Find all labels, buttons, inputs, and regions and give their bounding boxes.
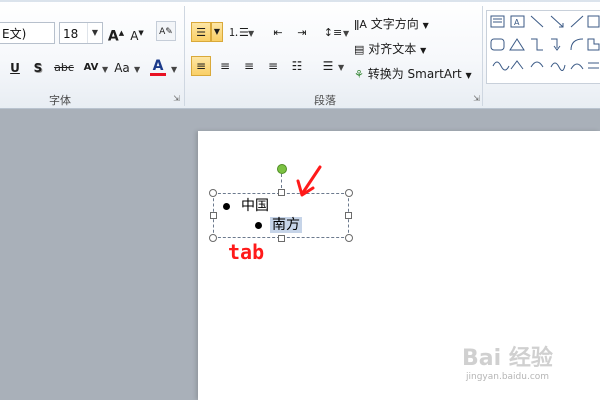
distributed-align-icon: ☷	[291, 59, 303, 73]
clear-formatting-button[interactable]: A✎	[156, 21, 176, 41]
clear-formatting-icon: A✎	[159, 27, 173, 37]
watermark-brand: Bai 经验	[462, 346, 553, 371]
convert-smartart-label: 转换为 SmartArt	[367, 67, 462, 81]
chevron-down-icon: ▼	[422, 21, 429, 30]
group-separator	[482, 6, 483, 106]
font-size-value: 18	[63, 27, 79, 41]
chevron-down-icon[interactable]: ▼	[87, 23, 102, 43]
chevron-down-icon: ▼	[213, 27, 221, 36]
selected-text[interactable]: 南方	[270, 217, 302, 233]
bullet-point-icon	[223, 203, 230, 210]
shadow-button[interactable]: S	[28, 58, 48, 78]
red-arrow-icon	[296, 165, 322, 197]
bulleted-list-icon: ☰	[196, 26, 206, 39]
shapes-gallery-icons: A	[490, 15, 600, 71]
chevron-down-icon[interactable]: ▼	[171, 65, 177, 74]
chevron-down-icon: ▼	[465, 71, 472, 80]
align-text-label: 对齐文本	[368, 42, 417, 56]
ribbon: E文) 18 ▼ A▲ A▼ A✎ U S abc AV ▼ Aa ▼ A ▼ …	[0, 0, 600, 109]
svg-text:A: A	[514, 18, 520, 27]
align-center-button[interactable]: ≡	[215, 56, 235, 76]
paragraph-group-label: 段落	[314, 94, 336, 107]
resize-handle-top[interactable]	[278, 189, 285, 196]
numbering-button[interactable]: ⒈☰	[228, 22, 249, 42]
chevron-down-icon[interactable]: ▼	[134, 65, 140, 74]
font-dialog-launcher-icon[interactable]: ⇲	[172, 94, 181, 103]
align-right-icon: ≡	[243, 59, 255, 73]
rotation-handle[interactable]	[277, 164, 287, 174]
rotation-connector	[281, 174, 283, 188]
strikethrough-button[interactable]: abc	[51, 58, 77, 78]
text-line-2[interactable]: 南方	[270, 216, 302, 234]
underline-button[interactable]: U	[5, 58, 25, 78]
font-name-combo[interactable]: E文)	[0, 22, 55, 44]
columns-icon: ☰	[322, 59, 334, 73]
chevron-down-icon: ▼	[420, 46, 427, 55]
numbered-list-icon: ⒈☰	[228, 26, 249, 39]
resize-handle-top-left[interactable]	[209, 189, 217, 197]
convert-smartart-button[interactable]: ⚘ 转换为 SmartArt ▼	[354, 64, 472, 84]
shrink-font-button[interactable]: A▼	[127, 23, 147, 43]
paragraph-dialog-launcher-icon[interactable]: ⇲	[472, 94, 481, 103]
font-size-combo[interactable]: 18 ▼	[59, 22, 103, 44]
resize-handle-bottom-right[interactable]	[345, 234, 353, 242]
bullets-dropdown[interactable]: ▼	[211, 22, 223, 42]
bullets-button[interactable]: ☰	[191, 22, 211, 42]
resize-handle-top-right[interactable]	[345, 189, 353, 197]
align-left-icon: ≡	[195, 59, 207, 73]
chevron-down-icon[interactable]: ▼	[338, 63, 344, 72]
resize-handle-bottom-left[interactable]	[209, 234, 217, 242]
bullet-point-icon	[255, 222, 262, 229]
line-spacing-icon: ↕≡	[323, 26, 343, 39]
text-line-1[interactable]: 中国	[241, 197, 269, 215]
shapes-gallery[interactable]: A	[486, 10, 600, 84]
resize-handle-right[interactable]	[345, 212, 352, 219]
text-direction-label: 文字方向	[370, 17, 419, 31]
grow-font-button[interactable]: A▲	[106, 23, 126, 45]
font-name-value: E文)	[2, 27, 27, 41]
align-text-icon: ▤	[354, 43, 365, 56]
chevron-down-icon[interactable]: ▼	[102, 65, 108, 74]
smartart-icon: ⚘	[354, 68, 364, 81]
distributed-button[interactable]: ☷	[287, 56, 307, 76]
watermark-url: jingyan.baidu.com	[466, 372, 550, 382]
justify-button[interactable]: ≡	[263, 56, 283, 76]
tab-annotation: tab	[228, 240, 265, 264]
line-spacing-button[interactable]: ↕≡	[323, 22, 343, 42]
columns-button[interactable]: ☰	[318, 56, 338, 76]
text-direction-button[interactable]: ǁA 文字方向 ▼	[354, 14, 429, 34]
chevron-down-icon[interactable]: ▼	[248, 29, 254, 38]
text-direction-icon: ǁA	[354, 18, 367, 31]
font-group-label: 字体	[49, 94, 71, 107]
group-separator	[184, 6, 185, 106]
increase-indent-icon: ⇥	[297, 26, 307, 39]
ribbon-top-border	[0, 0, 600, 2]
resize-handle-bottom[interactable]	[278, 235, 285, 242]
chevron-down-icon[interactable]: ▼	[343, 29, 349, 38]
align-left-button[interactable]: ≡	[191, 56, 211, 76]
baidu-watermark: Bai 经验	[462, 340, 553, 372]
character-spacing-button[interactable]: AV	[79, 58, 103, 78]
decrease-indent-icon: ⇤	[273, 26, 283, 39]
font-color-button[interactable]: A	[148, 56, 168, 76]
align-text-button[interactable]: ▤ 对齐文本 ▼	[354, 39, 426, 59]
justify-icon: ≡	[267, 59, 279, 73]
align-right-button[interactable]: ≡	[239, 56, 259, 76]
resize-handle-left[interactable]	[210, 212, 217, 219]
decrease-indent-button[interactable]: ⇤	[268, 22, 288, 42]
align-center-icon: ≡	[219, 59, 231, 73]
change-case-button[interactable]: Aa	[110, 58, 134, 78]
font-color-bar	[150, 73, 166, 76]
increase-indent-button[interactable]: ⇥	[292, 22, 312, 42]
